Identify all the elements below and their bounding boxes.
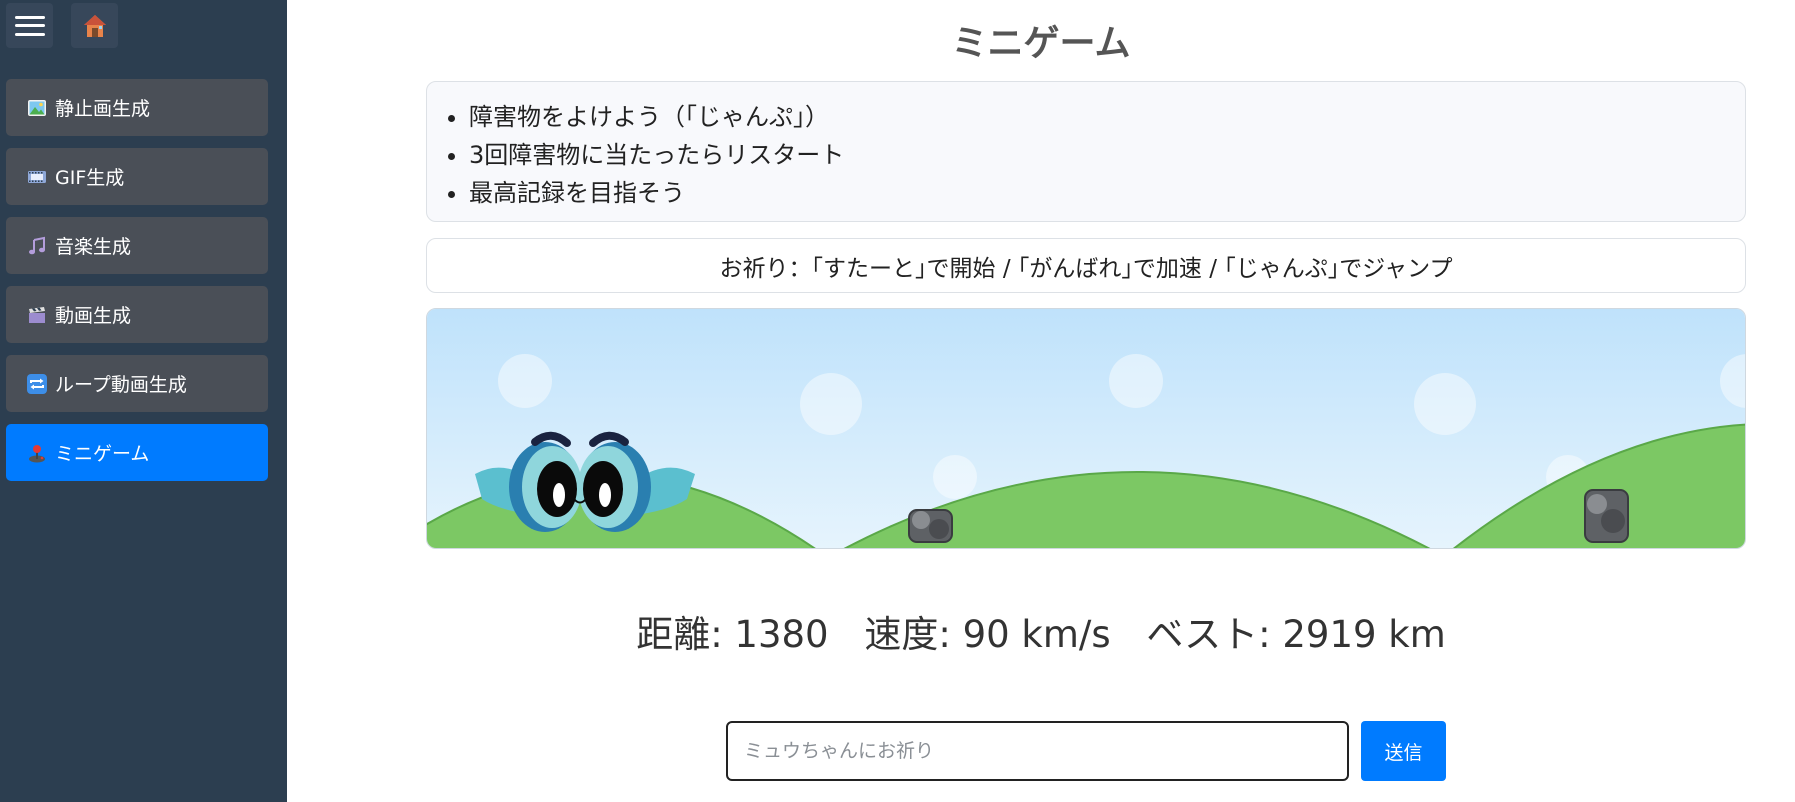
prayer-input[interactable] xyxy=(726,721,1349,781)
page-title: ミニゲーム xyxy=(951,23,1131,64)
sidebar-item-label: 静止画生成 xyxy=(55,98,151,120)
game-scene xyxy=(427,309,1745,548)
speed-stat: 速度: 90 km/s xyxy=(864,613,1111,656)
sidebar-item-still-image[interactable]: 静止画生成 xyxy=(6,79,268,136)
sidebar-top-buttons xyxy=(6,3,118,48)
obstacle xyxy=(1584,489,1629,543)
home-button[interactable] xyxy=(71,3,118,48)
prayer-hint: お祈り：｢すたーと｣で開始 / ｢がんばれ｣で加速 / ｢じゃんぷ｣でジャンプ xyxy=(426,238,1746,293)
sidebar: 静止画生成 GIF生成 音楽生成 動画生成 ループ動画生成 ミニゲーム xyxy=(0,0,287,802)
sidebar-item-label: 動画生成 xyxy=(55,305,132,327)
game-stats: 距離: 1380 速度: 90 km/s ベスト: 2919 km xyxy=(287,604,1795,658)
sidebar-item-loop-video[interactable]: ループ動画生成 xyxy=(6,355,268,412)
sidebar-item-music[interactable]: 音楽生成 xyxy=(6,217,268,274)
rule-item: 障害物をよけよう（｢じゃんぷ｣） xyxy=(469,98,1745,136)
prayer-hint-text: お祈り：｢すたーと｣で開始 / ｢がんばれ｣で加速 / ｢じゃんぷ｣でジャンプ xyxy=(719,255,1453,282)
hamburger-icon xyxy=(14,15,45,36)
rules-box: 障害物をよけよう（｢じゃんぷ｣） 3回障害物に当たったらリスタート 最高記録を目… xyxy=(426,81,1746,222)
sidebar-item-label: ミニゲーム xyxy=(55,443,150,465)
sidebar-item-label: ループ動画生成 xyxy=(55,374,187,396)
rule-item: 最高記録を目指そう xyxy=(469,174,1745,212)
house-icon xyxy=(83,14,106,37)
music-note-icon xyxy=(29,236,45,254)
rules-list: 障害物をよけよう（｢じゃんぷ｣） 3回障害物に当たったらリスタート 最高記録を目… xyxy=(469,98,1745,212)
sidebar-item-label: 音楽生成 xyxy=(55,236,132,258)
obstacle xyxy=(908,509,953,543)
menu-toggle-button[interactable] xyxy=(6,3,53,48)
sidebar-menu: 静止画生成 GIF生成 音楽生成 動画生成 ループ動画生成 ミニゲーム xyxy=(6,79,268,493)
sidebar-item-label: GIF生成 xyxy=(55,167,125,189)
film-icon xyxy=(28,170,46,183)
game-canvas[interactable] xyxy=(426,308,1746,549)
joystick-icon xyxy=(29,444,45,462)
best-stat: ベスト: 2919 km xyxy=(1146,613,1446,656)
repeat-icon xyxy=(27,373,47,394)
clapper-icon xyxy=(29,306,45,323)
sidebar-item-gif[interactable]: GIF生成 xyxy=(6,148,268,205)
prayer-input-row: 送信 xyxy=(726,721,1446,781)
sidebar-item-video[interactable]: 動画生成 xyxy=(6,286,268,343)
rule-item: 3回障害物に当たったらリスタート xyxy=(469,136,1745,174)
send-button[interactable]: 送信 xyxy=(1361,721,1446,781)
distance-stat: 距離: 1380 xyxy=(636,613,829,656)
picture-icon xyxy=(28,99,46,116)
sidebar-item-minigame[interactable]: ミニゲーム xyxy=(6,424,268,481)
